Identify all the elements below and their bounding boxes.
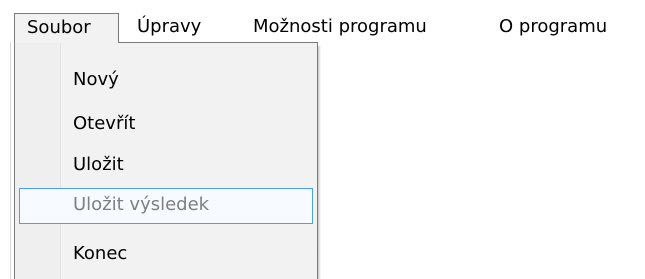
menu-item-ulozit-vysledek-label: Uložit výsledek — [73, 194, 210, 215]
menu-soubor-label: Soubor — [27, 17, 91, 38]
menu-upravy-label: Úpravy — [137, 16, 202, 37]
menu-moznosti-programu-label: Možnosti programu — [253, 16, 427, 37]
menu-item-novy[interactable]: Nový — [19, 63, 313, 99]
menu-o-programu-label: O programu — [499, 16, 608, 37]
menu-o-programu[interactable]: O programu — [499, 14, 607, 40]
menu-item-ulozit-vysledek[interactable]: Uložit výsledek — [19, 188, 313, 224]
menu-moznosti-programu[interactable]: Možnosti programu — [253, 14, 427, 40]
menu-item-novy-label: Nový — [73, 69, 119, 90]
menu-item-ulozit[interactable]: Uložit — [19, 148, 313, 184]
soubor-dropdown-menu: Nový Otevřít Uložit Uložit výsledek Kone… — [14, 42, 318, 279]
menu-upravy[interactable]: Úpravy — [137, 14, 201, 40]
application-window: Soubor Úpravy Možnosti programu O progra… — [0, 0, 645, 279]
menu-soubor[interactable]: Soubor — [14, 13, 119, 43]
menu-item-otevrit[interactable]: Otevřít — [19, 107, 313, 143]
dropdown-shadow — [318, 46, 321, 279]
menu-item-konec-label: Konec — [73, 243, 128, 264]
menu-item-otevrit-label: Otevřít — [73, 113, 136, 134]
menu-item-ulozit-label: Uložit — [73, 154, 124, 175]
menu-item-konec[interactable]: Konec — [19, 237, 313, 273]
menu-bar: Soubor Úpravy Možnosti programu O progra… — [0, 0, 645, 43]
window-edge-divider — [10, 42, 11, 279]
